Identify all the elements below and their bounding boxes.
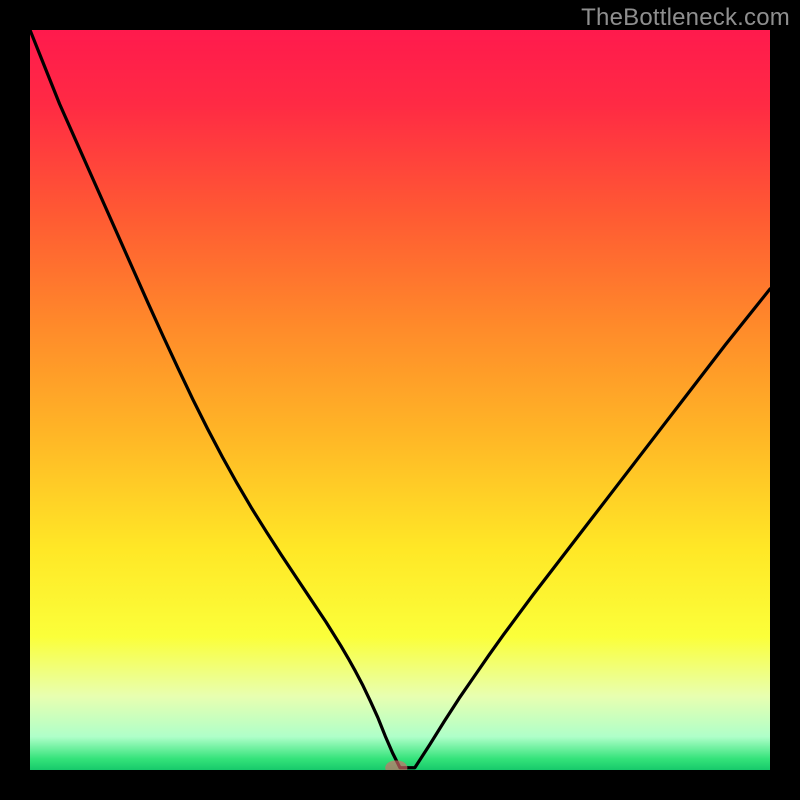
plot-svg — [30, 30, 770, 770]
gradient-rect — [30, 30, 770, 770]
plot-area — [30, 30, 770, 770]
watermark-text: TheBottleneck.com — [581, 4, 790, 32]
chart-frame: TheBottleneck.com — [0, 0, 800, 800]
